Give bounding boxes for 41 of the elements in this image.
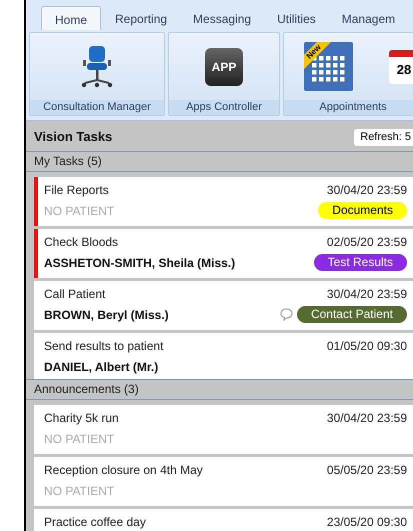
task-date: 05/05/20 23:59 xyxy=(326,462,407,479)
task-date: 30/04/20 23:59 xyxy=(326,286,407,303)
task-title: Reception closure on 4th May xyxy=(44,462,203,479)
section-header[interactable]: My Tasks (5) xyxy=(26,151,413,172)
category-tag: Test Results xyxy=(314,254,407,271)
task-title: Charity 5k run xyxy=(44,410,119,427)
patient-name: BROWN, Beryl (Miss.) xyxy=(44,306,169,324)
ribbon-tab[interactable]: Home xyxy=(41,6,102,30)
office-chair-icon[interactable] xyxy=(79,44,115,88)
ribbon-group-label: Consultation Manager xyxy=(30,100,164,115)
task-title: File Reports xyxy=(44,182,109,199)
category-tag: Contact Patient xyxy=(296,306,407,323)
refresh-button[interactable]: Refresh: 5 xyxy=(354,128,413,146)
ribbon-group-label: Apps Controller xyxy=(169,100,279,115)
speech-bubble-icon[interactable] xyxy=(280,308,293,321)
patient-name: ASSHETON-SMITH, Sheila (Miss.) xyxy=(44,254,236,272)
task-title: Practice coffee day xyxy=(44,514,146,531)
task-card[interactable]: Check Bloods 02/05/20 23:59 ASSHETON-SMITH, Sheila (Miss.) Test Results xyxy=(34,229,413,278)
panel-title: Vision Tasks xyxy=(34,128,112,146)
ribbon-group-label: Appointments xyxy=(284,100,413,115)
patient-name: NO PATIENT xyxy=(44,430,114,448)
category-tag: Documents xyxy=(318,202,407,219)
task-date: 30/04/20 23:59 xyxy=(326,410,407,427)
app-icon[interactable]: APP xyxy=(205,48,243,86)
patient-name: NO PATIENT xyxy=(44,202,114,220)
task-date: 02/05/20 23:59 xyxy=(326,234,407,251)
calendar-icon[interactable]: 28 xyxy=(389,50,413,84)
task-date: 30/04/20 23:59 xyxy=(326,182,407,199)
ribbon-tab[interactable]: Messaging xyxy=(181,6,264,30)
patient-name: DANIEL, Albert (Mr.) xyxy=(44,358,158,376)
task-date: 01/05/20 09:30 xyxy=(326,338,407,355)
task-date: 23/05/20 09:30 xyxy=(326,514,407,531)
task-card[interactable]: File Reports 30/04/20 23:59 NO PATIENT Documents xyxy=(34,177,413,226)
patient-name: NO PATIENT xyxy=(44,482,114,500)
ribbon-tab[interactable]: Managem xyxy=(330,6,408,30)
section-header[interactable]: Announcements (3) xyxy=(26,379,413,400)
task-title: Check Bloods xyxy=(44,234,118,251)
ribbon-tab[interactable]: Utilities xyxy=(265,6,328,30)
ribbon-tab[interactable]: Reporting xyxy=(103,6,180,30)
task-title: Send results to patient xyxy=(44,338,164,355)
task-title: Call Patient xyxy=(44,286,106,303)
